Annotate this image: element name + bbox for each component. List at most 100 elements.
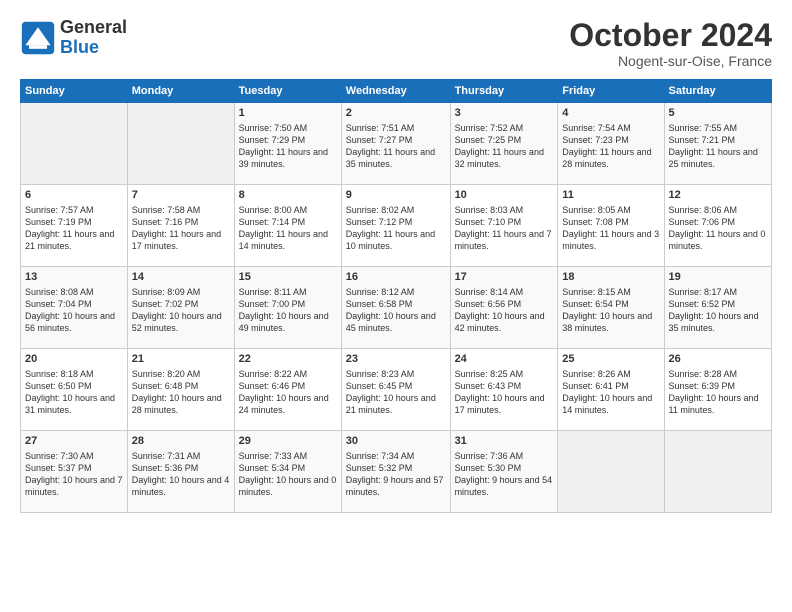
day-info: Daylight: 10 hours and 7 minutes. bbox=[25, 474, 123, 498]
column-header-saturday: Saturday bbox=[664, 80, 771, 103]
calendar-cell: 6Sunrise: 7:57 AMSunset: 7:19 PMDaylight… bbox=[21, 185, 128, 267]
day-info: Daylight: 10 hours and 24 minutes. bbox=[239, 392, 337, 416]
calendar-cell: 23Sunrise: 8:23 AMSunset: 6:45 PMDayligh… bbox=[341, 349, 450, 431]
day-number: 29 bbox=[239, 434, 337, 449]
day-info: Sunrise: 8:00 AM bbox=[239, 204, 337, 216]
day-info: Sunset: 6:39 PM bbox=[669, 380, 767, 392]
calendar-cell bbox=[558, 431, 664, 513]
calendar-cell: 7Sunrise: 7:58 AMSunset: 7:16 PMDaylight… bbox=[127, 185, 234, 267]
day-info: Sunset: 6:43 PM bbox=[455, 380, 554, 392]
day-number: 27 bbox=[25, 434, 123, 449]
day-info: Sunset: 5:36 PM bbox=[132, 462, 230, 474]
day-info: Sunrise: 7:51 AM bbox=[346, 122, 446, 134]
day-info: Daylight: 11 hours and 21 minutes. bbox=[25, 228, 123, 252]
day-info: Sunset: 5:32 PM bbox=[346, 462, 446, 474]
day-info: Sunrise: 8:05 AM bbox=[562, 204, 659, 216]
day-info: Sunrise: 8:11 AM bbox=[239, 286, 337, 298]
day-info: Daylight: 11 hours and 28 minutes. bbox=[562, 146, 659, 170]
day-info: Daylight: 10 hours and 17 minutes. bbox=[455, 392, 554, 416]
day-number: 3 bbox=[455, 106, 554, 121]
day-info: Daylight: 10 hours and 0 minutes. bbox=[239, 474, 337, 498]
calendar-body: 1Sunrise: 7:50 AMSunset: 7:29 PMDaylight… bbox=[21, 103, 772, 513]
column-header-friday: Friday bbox=[558, 80, 664, 103]
day-number: 28 bbox=[132, 434, 230, 449]
calendar-cell: 17Sunrise: 8:14 AMSunset: 6:56 PMDayligh… bbox=[450, 267, 558, 349]
day-info: Sunset: 5:34 PM bbox=[239, 462, 337, 474]
day-info: Sunrise: 8:17 AM bbox=[669, 286, 767, 298]
calendar-cell: 30Sunrise: 7:34 AMSunset: 5:32 PMDayligh… bbox=[341, 431, 450, 513]
calendar-cell: 24Sunrise: 8:25 AMSunset: 6:43 PMDayligh… bbox=[450, 349, 558, 431]
calendar-cell: 28Sunrise: 7:31 AMSunset: 5:36 PMDayligh… bbox=[127, 431, 234, 513]
day-info: Daylight: 11 hours and 25 minutes. bbox=[669, 146, 767, 170]
day-info: Sunrise: 8:23 AM bbox=[346, 368, 446, 380]
calendar-cell: 26Sunrise: 8:28 AMSunset: 6:39 PMDayligh… bbox=[664, 349, 771, 431]
day-number: 13 bbox=[25, 270, 123, 285]
day-number: 26 bbox=[669, 352, 767, 367]
day-info: Daylight: 10 hours and 45 minutes. bbox=[346, 310, 446, 334]
column-header-thursday: Thursday bbox=[450, 80, 558, 103]
calendar-cell: 8Sunrise: 8:00 AMSunset: 7:14 PMDaylight… bbox=[234, 185, 341, 267]
day-info: Daylight: 10 hours and 42 minutes. bbox=[455, 310, 554, 334]
day-info: Daylight: 11 hours and 17 minutes. bbox=[132, 228, 230, 252]
day-info: Sunrise: 8:03 AM bbox=[455, 204, 554, 216]
calendar-cell: 9Sunrise: 8:02 AMSunset: 7:12 PMDaylight… bbox=[341, 185, 450, 267]
day-info: Daylight: 10 hours and 4 minutes. bbox=[132, 474, 230, 498]
calendar-cell bbox=[664, 431, 771, 513]
day-info: Daylight: 9 hours and 57 minutes. bbox=[346, 474, 446, 498]
day-number: 21 bbox=[132, 352, 230, 367]
day-info: Daylight: 10 hours and 14 minutes. bbox=[562, 392, 659, 416]
day-info: Sunrise: 8:22 AM bbox=[239, 368, 337, 380]
day-number: 18 bbox=[562, 270, 659, 285]
day-info: Sunset: 7:10 PM bbox=[455, 216, 554, 228]
calendar-cell: 12Sunrise: 8:06 AMSunset: 7:06 PMDayligh… bbox=[664, 185, 771, 267]
day-info: Sunrise: 7:50 AM bbox=[239, 122, 337, 134]
calendar-cell: 15Sunrise: 8:11 AMSunset: 7:00 PMDayligh… bbox=[234, 267, 341, 349]
day-info: Sunset: 7:27 PM bbox=[346, 134, 446, 146]
day-info: Sunset: 7:08 PM bbox=[562, 216, 659, 228]
day-info: Sunset: 6:58 PM bbox=[346, 298, 446, 310]
calendar-table: SundayMondayTuesdayWednesdayThursdayFrid… bbox=[20, 79, 772, 513]
column-header-monday: Monday bbox=[127, 80, 234, 103]
day-info: Sunrise: 8:09 AM bbox=[132, 286, 230, 298]
calendar-cell bbox=[127, 103, 234, 185]
day-info: Sunset: 7:29 PM bbox=[239, 134, 337, 146]
day-info: Sunset: 6:52 PM bbox=[669, 298, 767, 310]
day-info: Daylight: 11 hours and 10 minutes. bbox=[346, 228, 446, 252]
day-number: 23 bbox=[346, 352, 446, 367]
calendar-cell: 29Sunrise: 7:33 AMSunset: 5:34 PMDayligh… bbox=[234, 431, 341, 513]
location-subtitle: Nogent-sur-Oise, France bbox=[569, 53, 772, 69]
day-info: Daylight: 11 hours and 0 minutes. bbox=[669, 228, 767, 252]
calendar-cell: 19Sunrise: 8:17 AMSunset: 6:52 PMDayligh… bbox=[664, 267, 771, 349]
calendar-cell: 1Sunrise: 7:50 AMSunset: 7:29 PMDaylight… bbox=[234, 103, 341, 185]
day-info: Daylight: 10 hours and 21 minutes. bbox=[346, 392, 446, 416]
day-number: 5 bbox=[669, 106, 767, 121]
calendar-cell: 16Sunrise: 8:12 AMSunset: 6:58 PMDayligh… bbox=[341, 267, 450, 349]
day-info: Sunset: 7:16 PM bbox=[132, 216, 230, 228]
day-info: Sunset: 7:14 PM bbox=[239, 216, 337, 228]
logo-icon bbox=[20, 20, 56, 56]
day-info: Sunset: 6:56 PM bbox=[455, 298, 554, 310]
day-info: Sunset: 7:12 PM bbox=[346, 216, 446, 228]
day-info: Daylight: 11 hours and 14 minutes. bbox=[239, 228, 337, 252]
title-block: October 2024 Nogent-sur-Oise, France bbox=[569, 18, 772, 69]
day-info: Sunrise: 8:06 AM bbox=[669, 204, 767, 216]
day-info: Sunrise: 7:30 AM bbox=[25, 450, 123, 462]
day-info: Daylight: 11 hours and 7 minutes. bbox=[455, 228, 554, 252]
day-number: 14 bbox=[132, 270, 230, 285]
day-info: Sunrise: 7:34 AM bbox=[346, 450, 446, 462]
day-info: Daylight: 10 hours and 52 minutes. bbox=[132, 310, 230, 334]
day-info: Sunset: 6:50 PM bbox=[25, 380, 123, 392]
calendar-cell: 2Sunrise: 7:51 AMSunset: 7:27 PMDaylight… bbox=[341, 103, 450, 185]
day-info: Daylight: 10 hours and 31 minutes. bbox=[25, 392, 123, 416]
calendar-cell: 18Sunrise: 8:15 AMSunset: 6:54 PMDayligh… bbox=[558, 267, 664, 349]
day-info: Daylight: 10 hours and 49 minutes. bbox=[239, 310, 337, 334]
logo-general: General bbox=[60, 18, 127, 38]
day-info: Sunrise: 8:25 AM bbox=[455, 368, 554, 380]
day-number: 20 bbox=[25, 352, 123, 367]
page-header: General Blue October 2024 Nogent-sur-Ois… bbox=[20, 18, 772, 69]
day-info: Sunrise: 8:18 AM bbox=[25, 368, 123, 380]
day-number: 19 bbox=[669, 270, 767, 285]
day-info: Daylight: 11 hours and 39 minutes. bbox=[239, 146, 337, 170]
day-info: Sunrise: 8:14 AM bbox=[455, 286, 554, 298]
day-info: Sunrise: 8:08 AM bbox=[25, 286, 123, 298]
